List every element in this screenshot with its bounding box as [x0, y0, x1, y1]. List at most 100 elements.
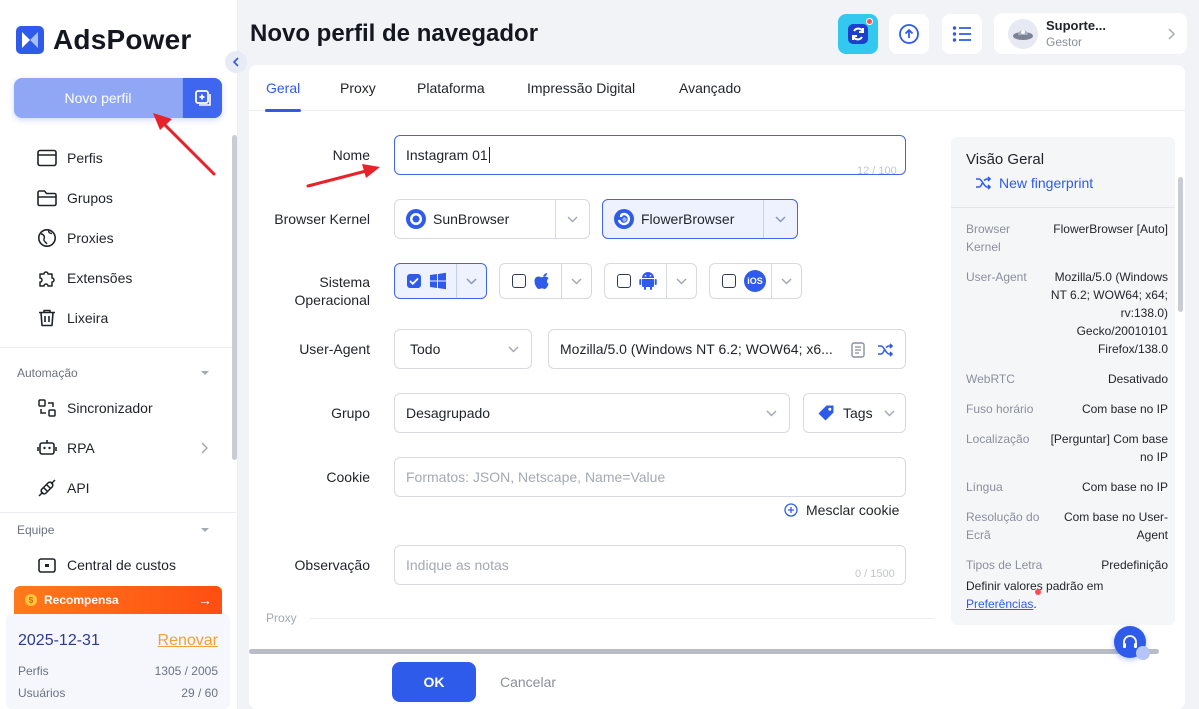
name-value: Instagram 01: [406, 147, 488, 163]
tab-plataforma[interactable]: Plataforma: [417, 80, 485, 96]
shuffle-icon[interactable]: [877, 342, 893, 358]
os-option-android[interactable]: [604, 263, 697, 299]
name-counter: 12 / 100: [857, 165, 897, 177]
sidebar-item-label: Grupos: [67, 190, 113, 206]
tab-geral[interactable]: Geral: [266, 80, 300, 96]
sidebar-item-extensoes[interactable]: Extensões: [36, 266, 132, 290]
check-icon: [409, 277, 419, 285]
sidebar-item-sincronizador[interactable]: Sincronizador: [36, 396, 153, 420]
sidebar-item-rpa[interactable]: RPA: [36, 436, 95, 460]
os-version-dropdown[interactable]: [456, 264, 486, 298]
footer-end: .: [1033, 597, 1037, 611]
kernel-option-label: FlowerBrowser: [641, 211, 735, 227]
sidebar-item-api[interactable]: API: [36, 476, 90, 500]
ufo-avatar-icon: [1013, 29, 1033, 40]
os-option-macos[interactable]: [499, 263, 592, 299]
overview-value: Desativado: [1107, 372, 1168, 386]
kernel-option-sunbrowser[interactable]: SunBrowser: [394, 199, 590, 239]
caret-down-icon[interactable]: [200, 369, 210, 377]
active-tab-indicator: [265, 109, 301, 112]
overview-panel: Visão Geral New fingerprint Browser Kern…: [951, 137, 1175, 625]
notification-dot: [1035, 589, 1041, 595]
overview-row: Língua Com base no IP: [966, 478, 1168, 496]
new-profile-button[interactable]: Novo perfil: [14, 78, 222, 118]
window-icon: [36, 149, 57, 167]
overview-value: FlowerBrowser [Auto]: [1053, 222, 1168, 236]
merge-cookie-label: Mesclar cookie: [806, 502, 900, 518]
overview-key: Browser Kernel: [966, 222, 1011, 254]
refresh-icon: [848, 24, 868, 44]
tab-avancado[interactable]: Avançado: [679, 80, 741, 96]
kernel-version-dropdown[interactable]: [763, 200, 797, 238]
chevron-down-icon: [466, 277, 477, 285]
os-version-dropdown[interactable]: [666, 264, 696, 298]
sidebar-item-lixeira[interactable]: Lixeira: [36, 306, 108, 330]
notification-dot: [866, 18, 873, 25]
sidebar-item-central-de-custos[interactable]: Central de custos: [36, 553, 176, 577]
arrow-right-icon: →: [198, 592, 212, 608]
horizontal-scrollbar[interactable]: [249, 649, 1159, 654]
os-checkbox[interactable]: [512, 274, 526, 288]
ok-button[interactable]: OK: [392, 662, 476, 702]
user-menu[interactable]: Suporte... Gestor: [994, 13, 1187, 54]
ua-filter-select[interactable]: Todo: [394, 329, 532, 369]
shuffle-icon: [976, 176, 991, 190]
name-input[interactable]: Instagram 01: [394, 135, 906, 175]
os-option-ios[interactable]: iOS: [709, 263, 802, 299]
tab-impressao-digital[interactable]: Impressão Digital: [527, 80, 635, 96]
overview-row: Resolução do Ecrã Com base no User-Agent: [966, 508, 1168, 544]
folder-icon: [36, 190, 57, 207]
os-label: Sistema Operacional: [294, 274, 371, 308]
cookie-input[interactable]: Formatos: JSON, Netscape, Name=Value: [394, 457, 906, 497]
sidebar-item-label: Extensões: [67, 270, 133, 286]
sidebar-item-label: Central de custos: [67, 557, 176, 573]
os-version-dropdown[interactable]: [771, 264, 801, 298]
os-version-dropdown[interactable]: [561, 264, 591, 298]
chevron-down-icon: [781, 277, 792, 285]
chevron-down-icon: [676, 277, 687, 285]
kernel-version-dropdown[interactable]: [555, 200, 589, 238]
overview-row: WebRTC Desativado: [966, 370, 1168, 388]
ua-input[interactable]: Mozilla/5.0 (Windows NT 6.2; WOW64; x6..…: [548, 329, 906, 369]
collapse-sidebar-button[interactable]: [225, 51, 247, 73]
sidebar: AdsPower Novo perfil Perfis Grupos Proxi…: [0, 0, 238, 709]
new-fingerprint-button[interactable]: New fingerprint: [975, 175, 1093, 191]
notes-input[interactable]: Indique as notas: [394, 545, 906, 585]
preferences-link[interactable]: Preferências: [966, 597, 1033, 611]
upload-button[interactable]: [889, 14, 929, 54]
tags-select[interactable]: Tags: [803, 393, 906, 433]
overview-row: Localização [Perguntar] Com base no IP: [966, 430, 1168, 466]
chevron-right-icon: [1168, 27, 1175, 40]
os-checkbox[interactable]: [617, 274, 631, 288]
cancel-button[interactable]: Cancelar: [500, 674, 556, 690]
tab-proxy[interactable]: Proxy: [340, 80, 376, 96]
group-select[interactable]: Desagrupado: [394, 393, 790, 433]
merge-cookie-button[interactable]: Mesclar cookie: [784, 502, 899, 518]
overview-scrollbar[interactable]: [1178, 177, 1183, 312]
caret-down-icon[interactable]: [200, 526, 210, 534]
task-list-button[interactable]: [942, 14, 982, 54]
batch-add-button[interactable]: [182, 78, 222, 118]
sidebar-item-grupos[interactable]: Grupos: [36, 186, 113, 210]
overview-value: Predefinição: [1101, 558, 1168, 572]
text-cursor: [488, 147, 490, 163]
sidebar-item-proxies[interactable]: Proxies: [36, 226, 114, 250]
kernel-option-flowerbrowser[interactable]: FlowerBrowser: [602, 199, 798, 239]
document-icon[interactable]: [851, 342, 865, 358]
user-role: Gestor: [1046, 35, 1083, 49]
sidebar-scrollbar[interactable]: [232, 135, 237, 460]
renew-link[interactable]: Renovar: [158, 632, 218, 650]
os-checkbox[interactable]: [722, 274, 736, 288]
sidebar-item-perfis[interactable]: Perfis: [36, 146, 103, 170]
chevron-right-icon[interactable]: [200, 442, 208, 454]
new-fingerprint-label: New fingerprint: [999, 175, 1094, 191]
os-checkbox[interactable]: [407, 274, 421, 288]
overview-row: Tipos de Letra Predefinição: [966, 556, 1168, 574]
ua-label: User-Agent: [299, 341, 370, 357]
plan-users-value: 29 / 60: [181, 686, 218, 700]
sync-button[interactable]: [838, 14, 878, 54]
reward-banner[interactable]: $ Recompensa →: [14, 586, 222, 614]
os-option-windows[interactable]: [394, 263, 487, 299]
logo: AdsPower: [16, 24, 192, 56]
sunbrowser-icon: [406, 209, 426, 229]
